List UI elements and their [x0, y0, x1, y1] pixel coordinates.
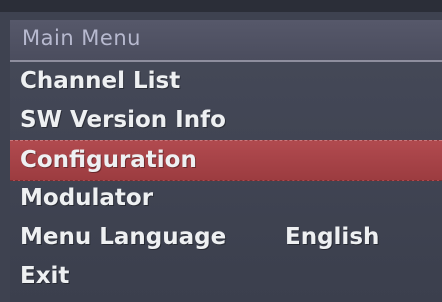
menu-top-strip	[0, 0, 442, 12]
menu-item-label: Menu Language	[20, 224, 227, 250]
menu-item-exit[interactable]: Exit	[10, 257, 442, 296]
menu-item-modulator[interactable]: Modulator	[10, 179, 442, 218]
menu-title-bar: Main Menu	[10, 20, 442, 62]
menu-item-label: SW Version Info	[20, 107, 226, 133]
main-menu-list: Channel List SW Version Info Configurati…	[10, 62, 442, 302]
menu-item-label: Exit	[20, 263, 70, 289]
menu-title: Main Menu	[22, 26, 141, 50]
menu-language-value: English	[285, 224, 380, 250]
menu-item-sw-version-info[interactable]: SW Version Info	[10, 101, 442, 140]
menu-item-channel-list[interactable]: Channel List	[10, 62, 442, 101]
menu-item-configuration[interactable]: Configuration	[10, 140, 442, 181]
menu-item-label: Configuration	[20, 147, 197, 173]
menu-item-label: Channel List	[20, 68, 181, 94]
menu-item-menu-language[interactable]: Menu Language English	[10, 218, 442, 257]
tv-osd-screen: Main Menu Channel List SW Version Info C…	[0, 0, 442, 302]
menu-item-label: Modulator	[20, 185, 154, 211]
